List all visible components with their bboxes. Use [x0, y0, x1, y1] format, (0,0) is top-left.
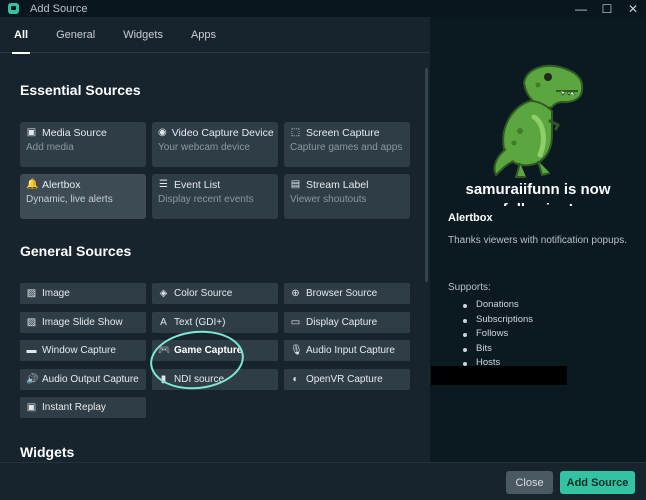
- list-item: Follows: [462, 327, 533, 342]
- card-title: Video Capture Device: [171, 126, 274, 139]
- tab-widgets[interactable]: Widgets: [109, 17, 177, 53]
- alert-preview-text: samuraiifunn is now following!: [465, 181, 611, 206]
- window-controls: — ☐ ✕: [568, 0, 646, 17]
- card-description: Capture games and apps: [290, 142, 403, 153]
- webcam-icon: ◉: [158, 127, 167, 138]
- event-list-card[interactable]: ☰ Event List Display recent events: [152, 174, 278, 219]
- label-icon: ▤: [290, 179, 301, 190]
- alertbox-card[interactable]: 🔔 Alertbox Dynamic, live alerts: [20, 174, 146, 219]
- card-title: Stream Label: [306, 178, 369, 191]
- card-title: Event List: [174, 178, 221, 191]
- item-label: Color Source: [174, 288, 233, 299]
- item-label: Audio Output Capture: [42, 374, 139, 385]
- tab-bar: All General Widgets Apps: [0, 17, 430, 54]
- item-label: Instant Replay: [42, 402, 106, 413]
- preview-title: Alertbox: [448, 212, 493, 224]
- card-title: Alertbox: [42, 178, 81, 191]
- card-description: Your webcam device: [158, 142, 250, 153]
- redaction-box: [431, 366, 567, 385]
- add-source-button[interactable]: Add Source: [560, 471, 635, 494]
- item-label: Audio Input Capture: [306, 345, 395, 356]
- item-label: OpenVR Capture: [306, 374, 383, 385]
- window-title: Add Source: [30, 2, 88, 15]
- screen-capture-icon: ⬚: [290, 127, 301, 138]
- close-window-button[interactable]: ✕: [620, 0, 646, 17]
- replay-icon: ▣: [26, 402, 37, 413]
- text-icon: A: [160, 317, 167, 328]
- card-description: Viewer shoutouts: [290, 194, 367, 205]
- preview-description: Thanks viewers with notification popups.: [448, 235, 627, 246]
- stream-label-card[interactable]: ▤ Stream Label Viewer shoutouts: [284, 174, 410, 219]
- image-source-item[interactable]: ▨ Image: [20, 283, 146, 304]
- dinosaur-mascot-icon: [493, 64, 584, 178]
- video-capture-device-card[interactable]: ◉ Video Capture Device Your webcam device: [152, 122, 278, 167]
- minimize-button[interactable]: —: [568, 0, 594, 17]
- item-label: Image: [42, 288, 70, 299]
- tab-all[interactable]: All: [0, 17, 42, 54]
- audio-input-capture-item[interactable]: 🎙 Audio Input Capture: [284, 340, 410, 361]
- image-icon: ▨: [26, 288, 37, 299]
- globe-icon: ⊕: [291, 288, 300, 299]
- card-title: Screen Capture: [306, 126, 380, 139]
- image-slide-show-item[interactable]: ▨ Image Slide Show: [20, 312, 146, 333]
- speaker-icon: 🔊: [26, 374, 39, 385]
- card-title: Media Source: [42, 126, 107, 139]
- general-sources-heading: General Sources: [20, 243, 132, 259]
- list-item: Donations: [462, 298, 533, 313]
- supports-label: Supports:: [448, 282, 491, 293]
- list-item: Subscriptions: [462, 313, 533, 328]
- card-description: Display recent events: [158, 194, 254, 205]
- item-label: Browser Source: [306, 288, 378, 299]
- monitor-icon: ▭: [290, 317, 301, 328]
- display-capture-item[interactable]: ▭ Display Capture: [284, 312, 410, 333]
- audio-output-capture-item[interactable]: 🔊 Audio Output Capture: [20, 369, 146, 390]
- tab-general[interactable]: General: [42, 17, 109, 53]
- item-label: Text (GDI+): [174, 317, 226, 328]
- tab-apps[interactable]: Apps: [177, 17, 230, 53]
- list-item: Bits: [462, 342, 533, 357]
- browser-source-item[interactable]: ⊕ Browser Source: [284, 283, 410, 304]
- slideshow-icon: ▨: [26, 317, 37, 328]
- widgets-heading: Widgets: [20, 444, 75, 460]
- instant-replay-item[interactable]: ▣ Instant Replay: [20, 397, 146, 418]
- item-label: Window Capture: [42, 345, 116, 356]
- maximize-button[interactable]: ☐: [594, 0, 620, 17]
- preview-panel: samuraiifunn is now following! Alertbox …: [430, 17, 646, 462]
- item-label: Image Slide Show: [42, 317, 123, 328]
- item-label: Display Capture: [306, 317, 378, 328]
- list-icon: ☰: [159, 179, 168, 190]
- color-icon: ◈: [159, 288, 168, 299]
- window-capture-item[interactable]: ▬ Window Capture: [20, 340, 146, 361]
- supports-list: Donations Subscriptions Follows Bits Hos…: [462, 298, 533, 371]
- openvr-capture-item[interactable]: ◐ OpenVR Capture: [284, 369, 410, 390]
- media-source-card[interactable]: ▣ Media Source Add media: [20, 122, 146, 167]
- title-bar: Add Source — ☐ ✕: [0, 0, 646, 17]
- text-gdi-item[interactable]: A Text (GDI+): [152, 312, 278, 333]
- essential-sources-heading: Essential Sources: [20, 82, 141, 98]
- card-description: Dynamic, live alerts: [26, 194, 113, 205]
- window-icon: ▬: [26, 345, 37, 356]
- screen-capture-card[interactable]: ⬚ Screen Capture Capture games and apps: [284, 122, 410, 167]
- microphone-icon: 🎙: [290, 345, 303, 356]
- card-description: Add media: [26, 142, 74, 153]
- source-list: Essential Sources ▣ Media Source Add medi…: [0, 54, 430, 462]
- film-icon: ▣: [26, 127, 37, 138]
- close-button[interactable]: Close: [506, 471, 553, 494]
- bell-icon: 🔔: [26, 179, 39, 190]
- vr-icon: ◐: [292, 374, 299, 385]
- footer-bar: Close Add Source: [0, 462, 646, 500]
- app-logo-icon: [8, 3, 19, 14]
- scrollbar-thumb[interactable]: [425, 68, 428, 282]
- color-source-item[interactable]: ◈ Color Source: [152, 283, 278, 304]
